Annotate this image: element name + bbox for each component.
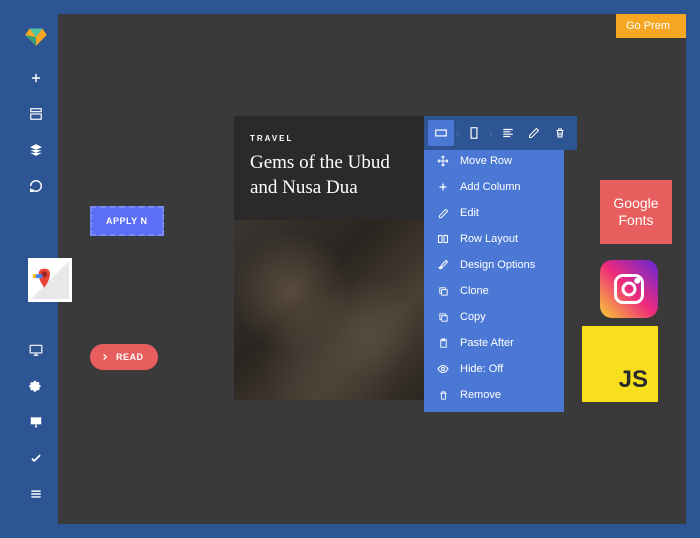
content-card[interactable]: TRAVEL Gems of the Ubud and Nusa Dua: [234, 116, 424, 400]
menu-label: Hide: Off: [460, 363, 503, 375]
app-logo[interactable]: [23, 22, 49, 48]
bottom-sidebar: [14, 334, 58, 514]
menu-label: Design Options: [460, 259, 535, 271]
presentation-icon[interactable]: [20, 406, 52, 438]
menu-move-row[interactable]: Move Row: [424, 148, 564, 174]
pencil-icon: [436, 208, 450, 219]
menu-label: Edit: [460, 207, 479, 219]
menu-paste-after[interactable]: Paste After: [424, 330, 564, 356]
row-outline-icon[interactable]: [428, 120, 454, 146]
menu-add-column[interactable]: Add Column: [424, 174, 564, 200]
card-title: Gems of the Ubud and Nusa Dua: [250, 151, 408, 200]
go-premium-button[interactable]: Go Prem: [616, 14, 686, 38]
javascript-widget[interactable]: JS: [582, 326, 658, 402]
menu-label: Remove: [460, 389, 501, 401]
menu-label: Copy: [460, 311, 486, 323]
eye-icon: [436, 363, 450, 375]
chevron-right-icon: [100, 352, 110, 362]
pencil-icon[interactable]: [521, 120, 547, 146]
gear-icon[interactable]: [20, 370, 52, 402]
text-align-icon[interactable]: [495, 120, 521, 146]
add-icon[interactable]: [20, 62, 52, 94]
menu-remove[interactable]: Remove: [424, 382, 564, 408]
gfonts-line2: Fonts: [618, 212, 653, 229]
undo-icon[interactable]: [20, 170, 52, 202]
move-icon: [436, 155, 450, 167]
menu-hide[interactable]: Hide: Off: [424, 356, 564, 382]
read-label: READ: [116, 352, 144, 362]
menu-clone[interactable]: Clone: [424, 278, 564, 304]
plus-icon: [436, 181, 450, 193]
trash-icon[interactable]: [547, 120, 573, 146]
gfonts-line1: Google: [613, 195, 658, 212]
check-icon[interactable]: [20, 442, 52, 474]
menu-edit[interactable]: Edit: [424, 200, 564, 226]
menu-label: Clone: [460, 285, 489, 297]
google-maps-widget[interactable]: [28, 258, 72, 302]
columns-icon: [436, 233, 450, 245]
apply-button[interactable]: APPLY N: [90, 206, 164, 236]
desktop-icon[interactable]: [20, 334, 52, 366]
row-toolbar: › ›: [424, 116, 577, 150]
menu-label: Paste After: [460, 337, 514, 349]
column-outline-icon[interactable]: [461, 120, 487, 146]
trash-icon: [436, 390, 450, 401]
toolbar-sep: ›: [456, 128, 459, 139]
brush-icon: [436, 259, 450, 271]
card-category: TRAVEL: [250, 134, 408, 143]
layers-icon[interactable]: [20, 134, 52, 166]
toolbar-sep: ›: [489, 128, 492, 139]
copy-icon: [436, 312, 450, 323]
menu-design-options[interactable]: Design Options: [424, 252, 564, 278]
menu-label: Row Layout: [460, 233, 518, 245]
menu-label: Add Column: [460, 181, 521, 193]
menu-row-layout[interactable]: Row Layout: [424, 226, 564, 252]
card-header: TRAVEL Gems of the Ubud and Nusa Dua: [234, 116, 424, 220]
editor-canvas: Go Prem APPLY N READ TRAVEL Gems of the …: [14, 14, 686, 524]
menu-label: Move Row: [460, 155, 512, 167]
paste-icon: [436, 338, 450, 349]
clone-icon: [436, 286, 450, 297]
google-fonts-widget[interactable]: Google Fonts: [600, 180, 672, 244]
js-label: JS: [619, 366, 648, 394]
template-icon[interactable]: [20, 98, 52, 130]
read-button[interactable]: READ: [90, 344, 158, 370]
context-menu: Move Row Add Column Edit Row Layout Desi…: [424, 144, 564, 412]
menu-icon[interactable]: [20, 478, 52, 510]
instagram-icon: [611, 271, 647, 307]
card-image: [234, 220, 424, 400]
menu-copy[interactable]: Copy: [424, 304, 564, 330]
instagram-widget[interactable]: [600, 260, 658, 318]
